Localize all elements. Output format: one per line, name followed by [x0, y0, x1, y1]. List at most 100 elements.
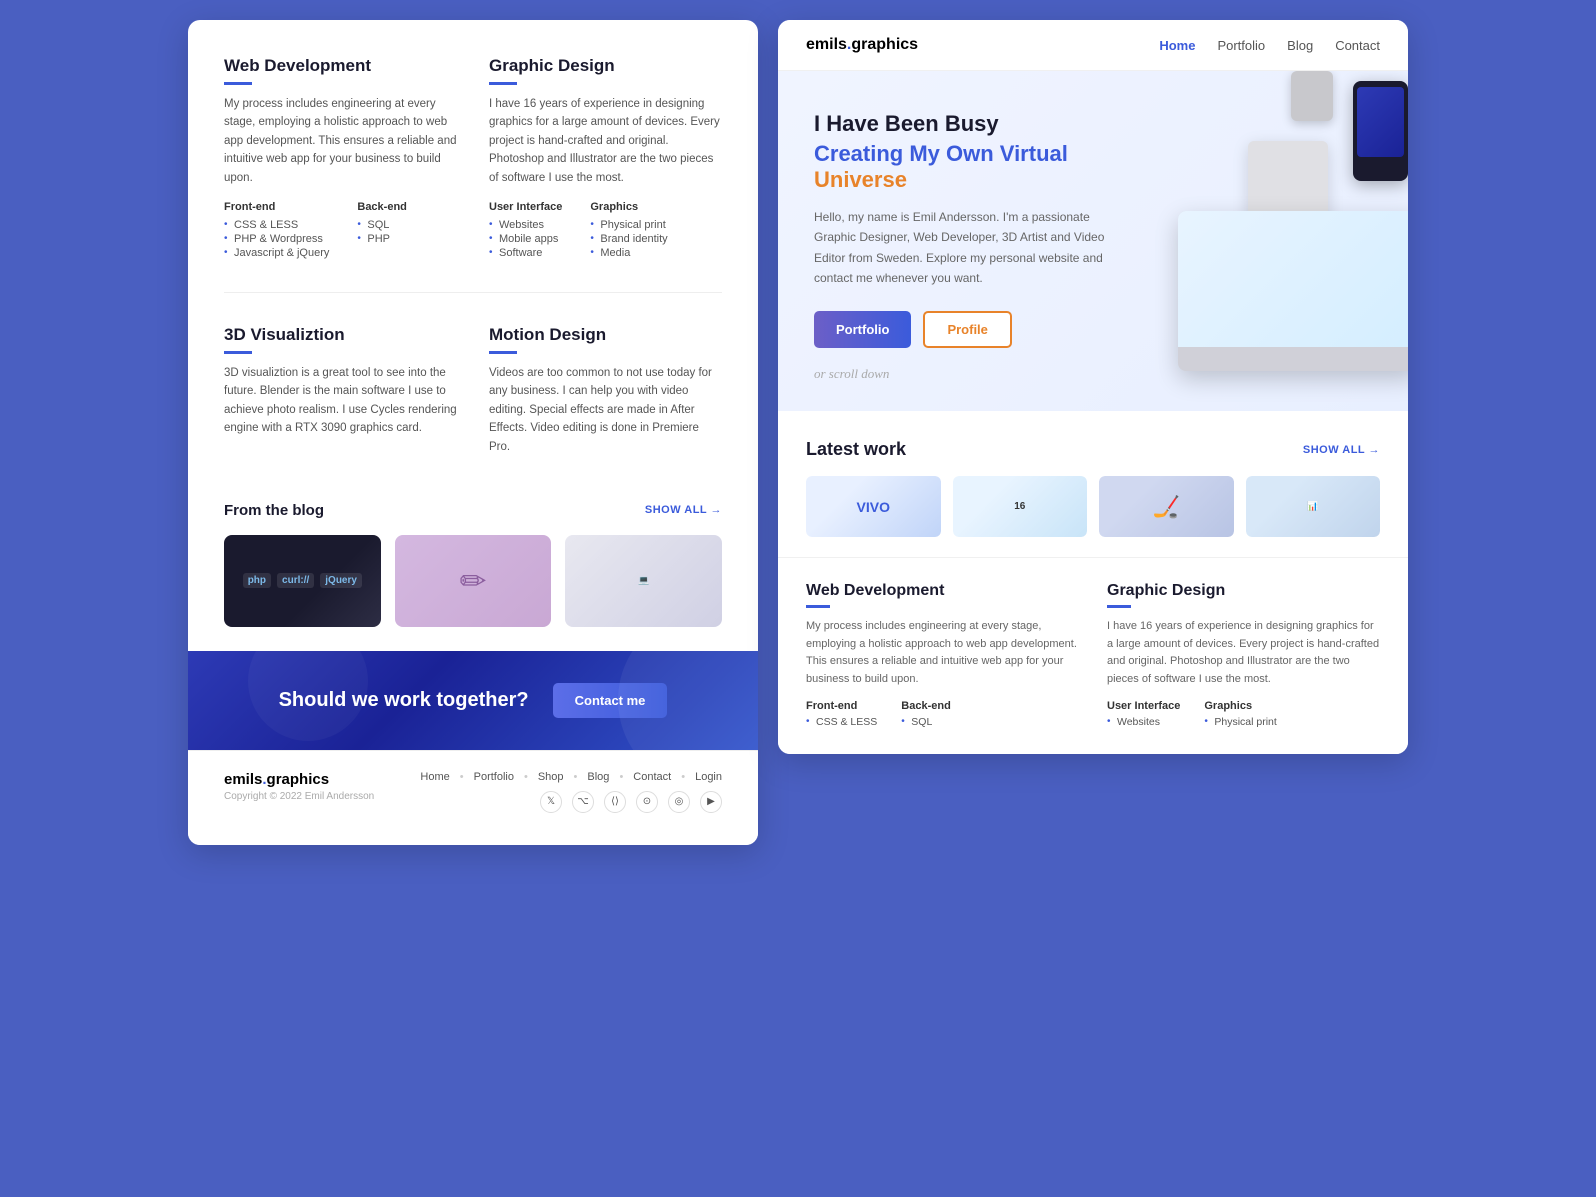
rs-web-dev-cols: Front-end CSS & LESS Back-end SQL	[806, 700, 1079, 730]
work-card-hutdb[interactable]: 📊 Web Development HUTDB – Tool & Databas…	[1246, 476, 1381, 537]
service-graphic-design: Graphic Design I have 16 years of experi…	[489, 56, 722, 260]
backend-heading: Back-end	[357, 201, 407, 213]
nav-link-blog[interactable]: Blog	[1287, 38, 1313, 53]
rs-graphics-item-1: Physical print	[1204, 716, 1276, 728]
footer-nav-portfolio[interactable]: Portfolio	[474, 771, 514, 783]
youtube-icon[interactable]: ▶	[700, 791, 722, 813]
nav-link-home[interactable]: Home	[1159, 38, 1195, 53]
service-graphic-design-desc: I have 16 years of experience in designi…	[489, 95, 722, 187]
work-grid: VIVO Web Development VIVO – Car Leasing …	[806, 476, 1380, 537]
blog-section: From the blog SHOW ALL → php curl:// jQu…	[188, 502, 758, 651]
php-label: php	[243, 573, 271, 588]
instagram-icon[interactable]: ◎	[668, 791, 690, 813]
left-panel: Web Development My process includes engi…	[188, 20, 758, 845]
work-card-dashxe[interactable]: 16 Web Development Dashxe – Easy Dashboa…	[953, 476, 1088, 537]
nav-logo-suffix: graphics	[851, 36, 918, 53]
frontend-list: CSS & LESS PHP & Wordpress Javascript & …	[224, 218, 329, 260]
footer-nav-login[interactable]: Login	[695, 771, 722, 783]
service-web-dev-backend: Back-end SQL PHP	[357, 201, 407, 260]
blog-thumb-design: ✏	[395, 535, 552, 627]
footer-nav: Home • Portfolio • Shop • Blog • Contact…	[420, 771, 722, 783]
backend-list: SQL PHP	[357, 218, 407, 246]
service-graphic-design-cols: User Interface Websites Mobile apps Soft…	[489, 201, 722, 260]
rs-graphic-design: Graphic Design I have 16 years of experi…	[1107, 582, 1380, 730]
ui-heading: User Interface	[489, 201, 562, 213]
nav-link-portfolio[interactable]: Portfolio	[1217, 38, 1265, 53]
blog-card-2[interactable]: ✏ Tutorials Tips For Web Designers AUGUS…	[395, 535, 552, 627]
rs-web-dev-desc: My process includes engineering at every…	[806, 618, 1079, 688]
services-grid-1: Web Development My process includes engi…	[224, 56, 722, 260]
footer-nav-home[interactable]: Home	[420, 771, 449, 783]
right-services-section: Web Development My process includes engi…	[778, 557, 1408, 754]
rs-frontend: Front-end CSS & LESS	[806, 700, 877, 730]
navbar: emils.graphics Home Portfolio Blog Conta…	[778, 20, 1408, 71]
cta-banner: Should we work together? Contact me	[188, 651, 758, 750]
footer-nav-shop[interactable]: Shop	[538, 771, 564, 783]
hero-content: I Have Been Busy Creating My Own Virtual…	[814, 111, 1134, 382]
blog-heading: From the blog	[224, 502, 324, 519]
blog-thumb-website: 💻	[565, 535, 722, 627]
hero-devices	[1088, 71, 1408, 381]
rs-web-dev: Web Development My process includes engi…	[806, 582, 1079, 730]
contact-button[interactable]: Contact me	[553, 683, 668, 718]
footer-logo: emils.graphics	[224, 771, 374, 788]
rs-graphic-design-desc: I have 16 years of experience in designi…	[1107, 618, 1380, 688]
service-3d-underline	[224, 351, 252, 354]
footer-nav-blog[interactable]: Blog	[587, 771, 609, 783]
nhl-icon: 🏒	[1153, 494, 1180, 520]
work-thumb-vivo: VIVO	[806, 476, 941, 537]
dashxe-label: 16	[1014, 501, 1025, 512]
service-web-dev: Web Development My process includes engi…	[224, 56, 457, 260]
rs-graphics-heading: Graphics	[1204, 700, 1276, 712]
rs-backend: Back-end SQL	[901, 700, 951, 730]
website-preview: 💻	[638, 575, 649, 586]
rs-ui-heading: User Interface	[1107, 700, 1180, 712]
rs-graphic-design-underline	[1107, 605, 1131, 608]
footer-social: 𝕏 ⌥ ⟨⟩ ⊙ ◎ ▶	[420, 791, 722, 813]
device-watch	[1291, 71, 1333, 121]
dribbble-icon[interactable]: ⊙	[636, 791, 658, 813]
service-motion-title: Motion Design	[489, 325, 722, 345]
frontend-item-2: PHP & Wordpress	[224, 232, 329, 246]
scroll-hint: or scroll down	[814, 366, 1134, 382]
service-3d-title: 3D Visualiztion	[224, 325, 457, 345]
footer-copyright: Copyright © 2022 Emil Andersson	[224, 791, 374, 802]
work-thumb-dashxe: 16	[953, 476, 1088, 537]
portfolio-button[interactable]: Portfolio	[814, 311, 911, 348]
blog-card-3[interactable]: 💻 Discussion About My Website AUGUST 4, …	[565, 535, 722, 627]
latest-work-section: Latest work SHOW ALL → VIVO Web Developm…	[778, 411, 1408, 557]
ui-list: Websites Mobile apps Software	[489, 218, 562, 260]
hero-buttons: Portfolio Profile	[814, 311, 1134, 348]
work-card-vivo[interactable]: VIVO Web Development VIVO – Car Leasing …	[806, 476, 941, 537]
service-motion-desc: Videos are too common to not use today f…	[489, 364, 722, 456]
graphics-item-3: Media	[590, 246, 667, 260]
footer-left: emils.graphics Copyright © 2022 Emil And…	[224, 771, 374, 802]
footer-nav-contact[interactable]: Contact	[633, 771, 671, 783]
jquery-label: jQuery	[320, 573, 362, 588]
rs-frontend-heading: Front-end	[806, 700, 877, 712]
codepen-icon[interactable]: ⟨⟩	[604, 791, 626, 813]
hero-title-text: Creating My Own Virtual	[814, 141, 1068, 166]
work-card-nhl[interactable]: 🏒 Graphic Design NHL Magazine Covers	[1099, 476, 1234, 537]
device-laptop	[1178, 211, 1408, 371]
service-3d: 3D Visualiztion 3D visualiztion is a gre…	[224, 325, 457, 470]
device-phone-screen	[1357, 87, 1404, 157]
footer-right: Home • Portfolio • Shop • Blog • Contact…	[420, 771, 722, 813]
cta-text: Should we work together?	[279, 689, 529, 712]
service-graphic-design-underline	[489, 82, 517, 85]
ui-item-3: Software	[489, 246, 562, 260]
rs-web-dev-title: Web Development	[806, 582, 1079, 600]
profile-button[interactable]: Profile	[923, 311, 1011, 348]
rs-backend-heading: Back-end	[901, 700, 951, 712]
blog-header: From the blog SHOW ALL →	[224, 502, 722, 519]
rs-graphics-list: Physical print	[1204, 716, 1276, 728]
blog-card-1[interactable]: php curl:// jQuery Tutorials Coverflow w…	[224, 535, 381, 627]
backend-item-2: PHP	[357, 232, 407, 246]
nav-link-contact[interactable]: Contact	[1335, 38, 1380, 53]
work-show-all[interactable]: SHOW ALL →	[1303, 444, 1380, 456]
device-laptop-screen	[1178, 211, 1408, 347]
github-icon[interactable]: ⌥	[572, 791, 594, 813]
nav-logo-name: emils	[806, 36, 847, 53]
blog-show-all[interactable]: SHOW ALL →	[645, 504, 722, 516]
twitter-icon[interactable]: 𝕏	[540, 791, 562, 813]
